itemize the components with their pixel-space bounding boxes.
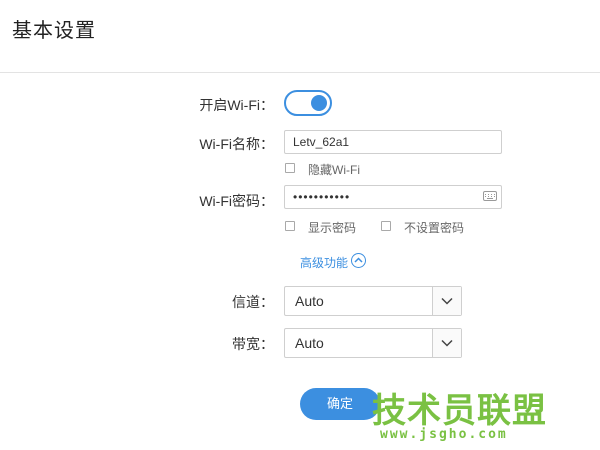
watermark-url: www.jsgho.com bbox=[380, 427, 508, 442]
hide-wifi-checkbox[interactable] bbox=[285, 163, 295, 173]
channel-value: Auto bbox=[295, 293, 324, 309]
keyboard-icon[interactable] bbox=[483, 191, 497, 201]
watermark-text: 技术员联盟 bbox=[372, 391, 547, 431]
wifi-name-input[interactable]: Letv_62a1 bbox=[284, 130, 502, 154]
header-divider bbox=[0, 72, 600, 73]
show-password-checkbox[interactable] bbox=[285, 221, 295, 231]
channel-select[interactable]: Auto bbox=[284, 286, 462, 316]
advanced-features-link[interactable]: 高级功能 bbox=[300, 254, 348, 271]
wifi-password-label: Wi-Fi密码： bbox=[199, 193, 274, 209]
channel-dropdown-button[interactable] bbox=[432, 287, 461, 315]
toggle-knob bbox=[311, 95, 327, 111]
wifi-enable-toggle[interactable] bbox=[284, 90, 332, 116]
bandwidth-value: Auto bbox=[295, 335, 324, 351]
chevron-down-icon bbox=[441, 339, 453, 347]
chevron-up-icon[interactable] bbox=[351, 253, 366, 268]
wifi-password-input[interactable]: ••••••••••• bbox=[284, 185, 502, 209]
confirm-button[interactable]: 确定 bbox=[300, 388, 380, 420]
channel-label: 信道： bbox=[232, 294, 274, 310]
no-password-label: 不设置密码 bbox=[404, 221, 465, 235]
bandwidth-label: 带宽： bbox=[232, 336, 274, 352]
no-password-checkbox[interactable] bbox=[381, 221, 391, 231]
bandwidth-select[interactable]: Auto bbox=[284, 328, 462, 358]
watermark: 技术员联盟 www.jsgho.com bbox=[372, 383, 592, 445]
password-masked-value: ••••••••••• bbox=[293, 190, 351, 204]
chevron-down-icon bbox=[441, 297, 453, 305]
wifi-name-label: Wi-Fi名称： bbox=[199, 136, 274, 152]
wifi-enable-label: 开启Wi-Fi： bbox=[199, 97, 274, 113]
hide-wifi-label: 隐藏Wi-Fi bbox=[308, 163, 360, 177]
bandwidth-dropdown-button[interactable] bbox=[432, 329, 461, 357]
show-password-label: 显示密码 bbox=[308, 221, 357, 235]
page-title: 基本设置 bbox=[12, 20, 96, 42]
